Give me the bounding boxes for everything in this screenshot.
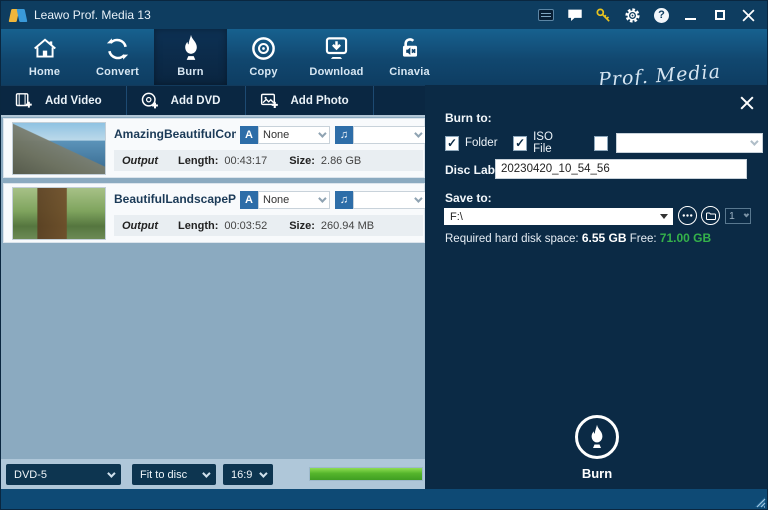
tab-burn[interactable]: Burn [154, 29, 227, 85]
burn-settings-panel: Burn to: ✓ Folder ✓ ISO File Disc Label:… [425, 85, 767, 489]
add-photo-icon [260, 93, 278, 108]
chevron-down-icon [107, 468, 116, 478]
help-icon[interactable]: ? [653, 7, 670, 24]
home-icon [31, 34, 59, 62]
free-space-value: 71.00 GB [659, 231, 712, 245]
output-label: Output [122, 219, 159, 232]
video-thumbnail [12, 122, 106, 175]
fit-mode-select[interactable]: Fit to disc [132, 464, 216, 485]
save-to-label: Save to: [445, 191, 492, 205]
resize-grip[interactable] [754, 496, 766, 508]
statusbar [1, 489, 767, 509]
add-photo-button[interactable]: Add Photo [246, 86, 374, 115]
add-video-button[interactable]: Add Video [1, 86, 127, 115]
register-key-icon[interactable] [595, 7, 612, 24]
list-item[interactable]: AmazingBeautifulCompil... A None ♫ Outpu… [3, 118, 426, 178]
tab-home[interactable]: Home [8, 29, 81, 85]
ellipsis-icon [682, 214, 693, 217]
iso-file-checkbox[interactable]: ✓ [513, 135, 528, 151]
disk-space-info: Required hard disk space: 6.55 GB Free: … [445, 231, 712, 245]
output-info-row: Output Length: 00:03:52 Size: 260.94 MB [114, 215, 423, 236]
app-logo-icon [8, 7, 28, 23]
copy-disc-icon [250, 34, 277, 62]
add-dvd-button[interactable]: Add DVD [127, 86, 246, 115]
chevron-down-icon [414, 129, 423, 138]
tab-cinavia[interactable]: Cinavia [373, 29, 446, 85]
required-space-value: 6.55 GB [581, 231, 627, 245]
disc-capacity-fill [310, 468, 422, 480]
folder-checkbox[interactable]: ✓ [445, 135, 459, 151]
length-value: 00:43:17 [224, 154, 268, 167]
subtitle-value: None [263, 194, 290, 206]
audio-icon: ♫ [335, 126, 353, 144]
disc-label-input[interactable] [495, 159, 747, 179]
folder-icon [705, 212, 716, 220]
burn-button-label: Burn [581, 466, 613, 481]
video-thumbnail [12, 187, 106, 240]
disc-checkbox[interactable] [594, 135, 609, 151]
folder-label: Folder [464, 137, 498, 149]
aspect-ratio-select[interactable]: 16:9 [223, 464, 273, 485]
window-title: Leawo Prof. Media 13 [34, 8, 151, 22]
subtitle-icon: A [240, 126, 258, 144]
disc-type-select[interactable]: DVD-5 [6, 464, 121, 485]
burn-to-label: Burn to: [445, 111, 492, 125]
chevron-down-icon [202, 468, 211, 478]
audio-dropdown[interactable]: ♫ [335, 191, 426, 209]
tab-convert[interactable]: Convert [81, 29, 154, 85]
disc-drive-dropdown[interactable] [616, 133, 764, 153]
browse-button[interactable] [678, 206, 697, 225]
audio-icon: ♫ [335, 191, 353, 209]
tab-download[interactable]: Download [300, 29, 373, 85]
chevron-down-icon [743, 211, 750, 218]
output-info-row: Output Length: 00:43:17 Size: 2.86 GB [114, 150, 423, 171]
dropdown-arrow-icon [660, 214, 668, 219]
settings-gear-icon[interactable] [624, 7, 641, 24]
chevron-down-icon [259, 468, 268, 478]
convert-icon [104, 34, 131, 62]
add-toolbar: Add Video Add DVD Add Photo [1, 85, 426, 115]
add-dvd-icon [141, 92, 158, 109]
chevron-down-icon [318, 129, 327, 138]
subtitle-dropdown[interactable]: A None [240, 126, 330, 144]
chevron-down-icon [750, 137, 760, 146]
subtitle-value: None [263, 129, 290, 141]
length-value: 00:03:52 [224, 219, 268, 232]
burn-flame-icon [575, 415, 619, 459]
list-item[interactable]: BeautifulLandscapePictur... A None ♫ Out… [3, 183, 426, 243]
panel-close-icon[interactable] [738, 94, 756, 112]
video-title: BeautifulLandscapePictur... [114, 192, 236, 206]
feedback-icon[interactable] [566, 7, 583, 24]
main-nav: Home Convert Burn Copy Download Cinavia … [1, 29, 767, 97]
burn-to-options: ✓ Folder ✓ ISO File [445, 131, 767, 155]
subtitle-dropdown[interactable]: A None [240, 191, 330, 209]
disc-capacity-bar [309, 467, 423, 481]
virtual-remote-icon[interactable] [537, 7, 554, 24]
open-folder-button[interactable] [701, 206, 720, 225]
copies-dropdown[interactable]: 1 [725, 208, 751, 224]
chevron-down-icon [414, 194, 423, 203]
save-path-dropdown[interactable]: F:\ [444, 208, 673, 225]
tab-copy[interactable]: Copy [227, 29, 300, 85]
burn-button[interactable]: Burn [425, 415, 767, 481]
close-icon[interactable] [740, 7, 757, 24]
maximize-icon[interactable] [711, 7, 728, 24]
bottom-controls: DVD-5 Fit to disc 16:9 [1, 459, 426, 489]
app-window: Leawo Prof. Media 13 ? Home Convert Burn… [0, 0, 768, 510]
minimize-icon[interactable] [682, 7, 699, 24]
output-label: Output [122, 154, 159, 167]
file-list: AmazingBeautifulCompil... A None ♫ Outpu… [1, 115, 426, 459]
video-title: AmazingBeautifulCompil... [114, 127, 236, 141]
add-video-icon [15, 93, 32, 108]
subtitle-icon: A [240, 191, 258, 209]
titlebar: Leawo Prof. Media 13 ? [1, 1, 767, 29]
chevron-down-icon [318, 194, 327, 203]
burn-flame-icon [178, 34, 204, 62]
size-value: 260.94 MB [320, 219, 375, 232]
download-icon [323, 34, 350, 62]
audio-dropdown[interactable]: ♫ [335, 126, 426, 144]
size-value: 2.86 GB [320, 154, 362, 167]
iso-file-label: ISO File [533, 131, 553, 155]
cinavia-lock-icon [397, 34, 423, 62]
